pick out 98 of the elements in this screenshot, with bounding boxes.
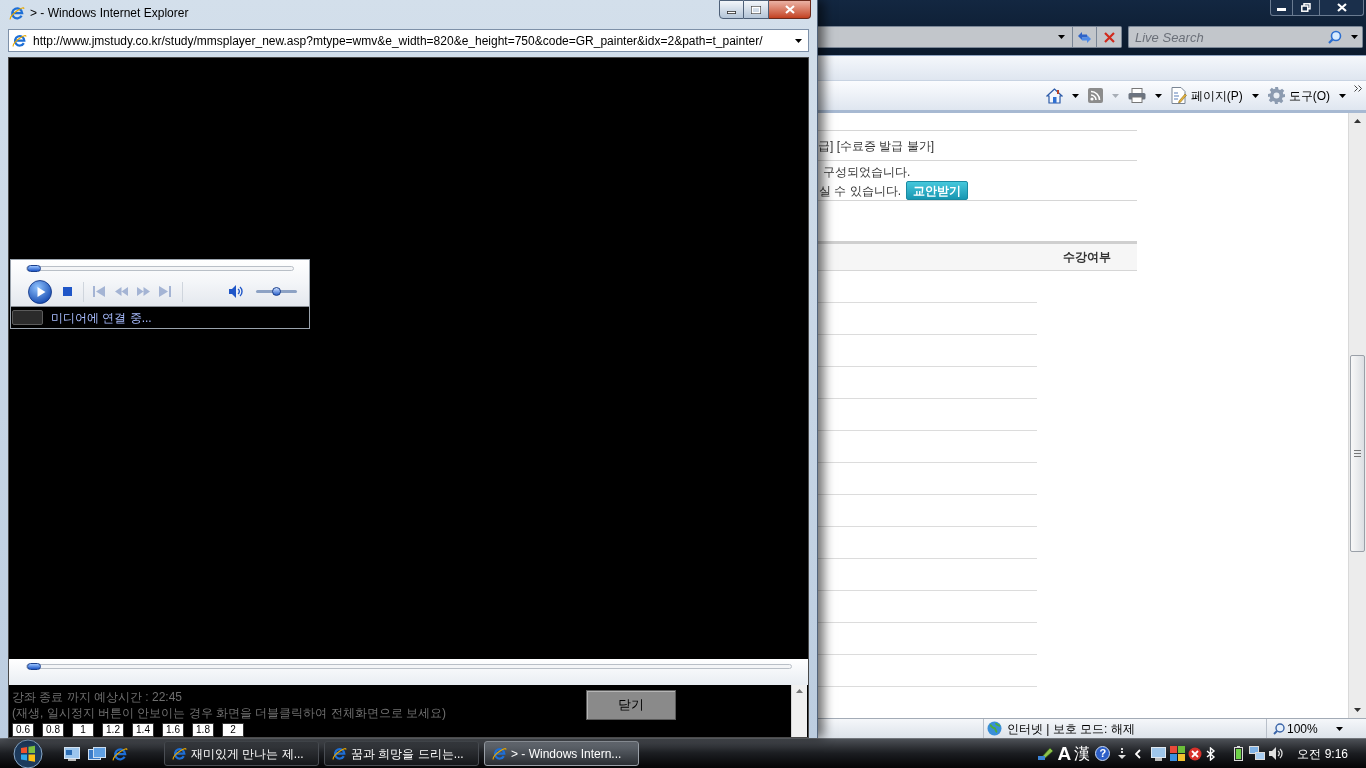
- home-button[interactable]: [1045, 87, 1079, 104]
- gear-icon: [1267, 87, 1285, 104]
- page-icon: [1170, 87, 1187, 104]
- speed-button[interactable]: 2: [222, 723, 244, 737]
- speed-button[interactable]: 1: [72, 723, 94, 737]
- minimize-icon: [1277, 8, 1286, 11]
- error-icon[interactable]: [1188, 746, 1203, 761]
- seek-bar[interactable]: [26, 266, 294, 271]
- dropdown-caret-icon: [795, 38, 802, 43]
- speed-button[interactable]: 1.6: [162, 723, 184, 737]
- minimize-icon: [727, 10, 736, 14]
- stop-button[interactable]: [1097, 26, 1122, 48]
- tools-menu[interactable]: 도구(O): [1267, 86, 1346, 105]
- play-icon[interactable]: [28, 279, 52, 304]
- dropdown-caret-icon: [1058, 35, 1065, 39]
- feed-icon: [1087, 88, 1103, 103]
- browser-logo-icon: [332, 746, 347, 761]
- caret-icon: [1111, 93, 1119, 98]
- grip-icon: [1354, 450, 1361, 457]
- notice-text: 강좌 종료 까지 예상시간 : 22:45: [12, 689, 184, 705]
- notice-line: 구성되었습니다.: [823, 163, 911, 181]
- caret-icon: [1071, 93, 1079, 98]
- browser-logo-icon: [172, 746, 187, 761]
- show-desktop-icon[interactable]: [64, 746, 80, 761]
- start-button[interactable]: [12, 738, 44, 768]
- address-text: http://www.jmstudy.co.kr/study/mmsplayer_new.asp?mtype=wmv&e_width=820&e_height=750&code=GR_painter&idx=2&path=t_painter/: [33, 32, 763, 50]
- window-title: > - Windows Internet Explorer: [30, 5, 189, 21]
- zoom-control[interactable]: 100%: [1267, 719, 1366, 738]
- player-status: 미디어에 연결 중...: [51, 309, 152, 327]
- address-field[interactable]: http://www.jmstudy.co.kr/study/mmsplayer_new.asp?mtype=wmv&e_width=820&e_height=750&code=GR_painter&idx=2&path=t_painter/: [8, 29, 809, 52]
- windows-logo-icon: [13, 738, 43, 768]
- caret-icon: [1251, 93, 1259, 98]
- print-button[interactable]: [1127, 88, 1162, 103]
- pen-icon[interactable]: [1037, 747, 1054, 760]
- browser-logo-icon[interactable]: [112, 745, 128, 762]
- chevron-right-icon[interactable]: [1354, 85, 1362, 92]
- two-screens-icon[interactable]: [1249, 746, 1266, 761]
- speaker-icon[interactable]: [1269, 747, 1284, 760]
- address-field[interactable]: [818, 26, 1072, 48]
- bluetooth-icon[interactable]: [1206, 746, 1217, 761]
- certificate-note: 급] [수료증 발급 불가]: [818, 137, 934, 155]
- notice-text: (재생, 일시정지 버튼이 안보이는 경우 화면을 더블클릭하여 전체화면으로 보세요): [12, 705, 447, 721]
- page-menu[interactable]: 페이지(P): [1170, 86, 1259, 105]
- options-caret-icon[interactable]: [1118, 747, 1127, 760]
- caret-icon: [1336, 726, 1343, 731]
- home-icon: [1045, 87, 1063, 104]
- globe-icon: [987, 721, 1002, 736]
- browser-logo-icon: [9, 5, 25, 21]
- ime-mode[interactable]: 漢: [1074, 743, 1091, 764]
- scroll-down-icon[interactable]: [1354, 708, 1361, 712]
- caret-icon: [1339, 93, 1346, 98]
- restore-button[interactable]: [1293, 0, 1320, 16]
- close-button[interactable]: [1320, 0, 1364, 16]
- restore-icon: [1301, 3, 1311, 12]
- scroll-up-icon[interactable]: [1354, 119, 1361, 123]
- close-button[interactable]: [769, 0, 811, 19]
- close-icon: [1336, 3, 1347, 12]
- seek-thumb[interactable]: [27, 265, 41, 272]
- speed-button[interactable]: 0.8: [42, 723, 64, 737]
- minimize-button[interactable]: [1270, 0, 1293, 16]
- monitor-icon[interactable]: [1151, 746, 1167, 761]
- minimize-button[interactable]: [719, 0, 744, 19]
- clock: 오전 9:16: [1297, 745, 1348, 763]
- help-button[interactable]: ?: [1095, 746, 1111, 761]
- tiles-icon[interactable]: [1170, 746, 1186, 761]
- taskbar-button[interactable]: 꿈과 희망을 드리는...: [324, 741, 479, 766]
- chevron-left-icon[interactable]: [1135, 748, 1142, 759]
- browser-logo-icon: [492, 746, 507, 761]
- printer-icon: [1127, 88, 1146, 103]
- magnifier-icon: [1273, 722, 1285, 735]
- security-zone: 인터넷 | 보호 모드: 해제: [1007, 720, 1135, 738]
- speed-button[interactable]: 0.6: [12, 723, 34, 737]
- caret-icon: [1154, 93, 1162, 98]
- taskbar-button[interactable]: 재미있게 만나는 제...: [164, 741, 319, 766]
- ime-mode[interactable]: A: [1057, 743, 1072, 764]
- close-player-button[interactable]: 닫기: [586, 690, 676, 720]
- taskbar-button[interactable]: > - Windows Intern...: [484, 741, 639, 766]
- seek-thumb[interactable]: [27, 663, 41, 670]
- battery-icon[interactable]: [1234, 746, 1244, 761]
- volume-slider[interactable]: [256, 290, 297, 293]
- speed-button[interactable]: 1.4: [132, 723, 154, 737]
- stop-x-icon: [1103, 31, 1115, 43]
- close-icon: [784, 5, 795, 14]
- volume-thumb[interactable]: [272, 287, 281, 296]
- speed-button[interactable]: 1.2: [102, 723, 124, 737]
- speed-button[interactable]: 1.8: [192, 723, 214, 737]
- column-header: 수강여부: [1063, 249, 1111, 266]
- maximize-icon: [751, 5, 761, 14]
- refresh-icon: [1077, 30, 1092, 44]
- scrollbar[interactable]: [791, 685, 807, 737]
- status-panel-icon: [12, 310, 43, 325]
- refresh-button[interactable]: [1072, 26, 1097, 48]
- switch-windows-icon[interactable]: [88, 746, 106, 761]
- scrollbar-thumb[interactable]: [1350, 355, 1365, 552]
- maximize-button[interactable]: [744, 0, 769, 19]
- notice-line: 실 수 있습니다.: [819, 182, 901, 200]
- scrollbar[interactable]: [1348, 113, 1366, 718]
- page-logo-icon: [12, 33, 27, 48]
